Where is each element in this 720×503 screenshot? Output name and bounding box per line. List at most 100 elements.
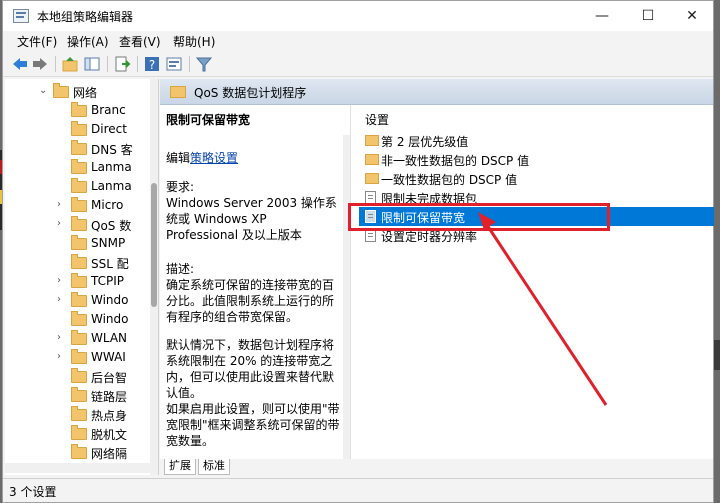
folder-icon [71, 349, 87, 364]
requirements-label: 要求: [166, 180, 195, 194]
enabled-behavior-text: 如果启用此设置，则可以使用"带宽限制"框来调整系统可保留的带宽数量。 [166, 402, 340, 448]
tree-item-label: 链路层 [91, 390, 128, 404]
menu-file[interactable]: 文件(F) [17, 33, 57, 50]
folder-icon [71, 292, 87, 307]
minimize-button[interactable]: — [579, 1, 625, 31]
tree-item-label: Direct [91, 122, 127, 136]
folder-icon [53, 83, 69, 98]
policy-editor-icon [13, 9, 29, 23]
toolbar: ? [3, 51, 713, 77]
tree-item-label: 热点身 [91, 409, 128, 423]
folder-icon [71, 159, 87, 174]
tree-vertical-scrollbar[interactable] [150, 79, 158, 475]
folder-icon [71, 216, 87, 231]
tree-item-label: Lanma [91, 160, 132, 174]
view-tabs: 扩展 标准 [160, 459, 713, 475]
setting-label: 第 2 层优先级值 [381, 135, 469, 149]
folder-icon [71, 368, 87, 383]
tree-item-label: Branc [91, 103, 126, 117]
tree-scroll-thumb[interactable] [151, 183, 157, 307]
filter-icon[interactable] [195, 55, 213, 73]
tab-extended[interactable]: 扩展 [164, 459, 196, 475]
setting-label: 一致性数据包的 DSCP 值 [381, 173, 518, 187]
folder-icon [71, 444, 87, 459]
folder-icon [71, 311, 87, 326]
folder-icon [71, 140, 87, 155]
description-label: 描述: [166, 262, 195, 276]
requirements-text: Windows Server 2003 操作系统或 Windows XP Pro… [166, 196, 337, 242]
folder-icon [71, 425, 87, 440]
help-icon[interactable]: ? [143, 55, 161, 73]
tree-expand-arrow[interactable]: › [57, 275, 61, 286]
edit-prefix: 编辑 [166, 151, 191, 165]
tree-item-label: 网络隔 [91, 447, 128, 461]
tree-item-label: WLAN [91, 331, 128, 345]
pane-header-title: QoS 数据包计划程序 [194, 86, 307, 100]
folder-icon [365, 154, 379, 165]
tree-expand-arrow[interactable]: › [57, 199, 61, 210]
export-list-icon[interactable] [113, 55, 131, 73]
folder-icon [365, 135, 379, 146]
policy-title: 限制可保留带宽 [166, 113, 251, 127]
folder-icon [71, 254, 87, 269]
setting-label: 非一致性数据包的 DSCP 值 [381, 154, 530, 168]
tree-item-label: Windo [91, 293, 129, 307]
window-title: 本地组策略编辑器 [37, 10, 134, 24]
folder-icon [365, 173, 379, 184]
tree-expand-arrow[interactable]: › [57, 218, 61, 229]
status-bar: 3 个设置 [3, 478, 713, 502]
tree-item[interactable]: 网络隔 [5, 442, 158, 464]
toolbar-divider [137, 56, 138, 72]
show-hide-tree-icon[interactable] [83, 55, 101, 73]
folder-icon [71, 273, 87, 288]
folder-icon [71, 235, 87, 250]
status-text: 3 个设置 [9, 485, 57, 499]
tree-horizontal-scrollbar[interactable] [5, 463, 158, 473]
tab-standard[interactable]: 标准 [198, 459, 230, 475]
tree-item-label: Windo [91, 312, 129, 326]
menu-action[interactable]: 操作(A) [67, 33, 109, 50]
tree-expand-arrow[interactable]: › [57, 294, 61, 305]
menu-view[interactable]: 查看(V) [119, 33, 161, 50]
edit-policy-link[interactable]: 策略设置 [190, 151, 238, 165]
menu-bar: 文件(F) 操作(A) 查看(V) 帮助(H) [3, 31, 713, 51]
menu-help[interactable]: 帮助(H) [173, 33, 215, 50]
edit-policy-line: 编辑策略设置 [166, 149, 238, 166]
properties-icon[interactable] [165, 55, 183, 73]
toolbar-divider [55, 56, 56, 72]
annotation-highlight-box [348, 203, 610, 231]
tree-item-label: QoS 数 [91, 219, 132, 233]
setting-row[interactable]: 一致性数据包的 DSCP 值 [359, 169, 714, 188]
back-arrow-icon[interactable] [11, 55, 29, 73]
up-folder-icon[interactable] [61, 55, 79, 73]
tree-expand-arrow[interactable]: ⌄ [39, 85, 47, 96]
folder-icon [71, 197, 87, 212]
settings-column-header[interactable]: 设置 [365, 111, 389, 128]
tree-item-label: 脱机文 [91, 428, 128, 442]
toolbar-divider [189, 56, 190, 72]
tree-item-label: TCPIP [91, 274, 125, 288]
svg-text:?: ? [149, 58, 155, 72]
tree-expand-arrow[interactable]: › [57, 332, 61, 343]
folder-icon [71, 387, 87, 402]
folder-icon [71, 121, 87, 136]
forward-arrow-icon[interactable] [31, 55, 49, 73]
maximize-button[interactable]: ☐ [625, 1, 671, 31]
tree-item-label: DNS 客 [91, 143, 133, 157]
tree-item-label: SSL 配 [91, 257, 129, 271]
setting-row[interactable]: 第 2 层优先级值 [359, 131, 714, 150]
pane-header: QoS 数据包计划程序 [160, 79, 713, 105]
folder-icon [71, 102, 87, 117]
default-behavior-text: 默认情况下，数据包计划程序将系统限制在 20% 的连接带宽之内，但可以使用此设置… [166, 338, 335, 400]
setting-row[interactable]: 非一致性数据包的 DSCP 值 [359, 150, 714, 169]
tree-item-label: WWAI [91, 350, 126, 364]
title-bar: 本地组策略编辑器 — ☐ ✕ [3, 1, 713, 31]
details-pane: QoS 数据包计划程序 限制可保留带宽 编辑策略设置 要求: Windows S… [160, 79, 714, 475]
tree-expand-arrow[interactable]: › [57, 351, 61, 362]
tree-item-label: Lanma [91, 179, 132, 193]
folder-icon [71, 330, 87, 345]
toolbar-divider [107, 56, 108, 72]
description-scrollbar[interactable] [343, 135, 350, 461]
tree-item-label: SNMP [91, 236, 126, 250]
close-button[interactable]: ✕ [669, 1, 715, 31]
